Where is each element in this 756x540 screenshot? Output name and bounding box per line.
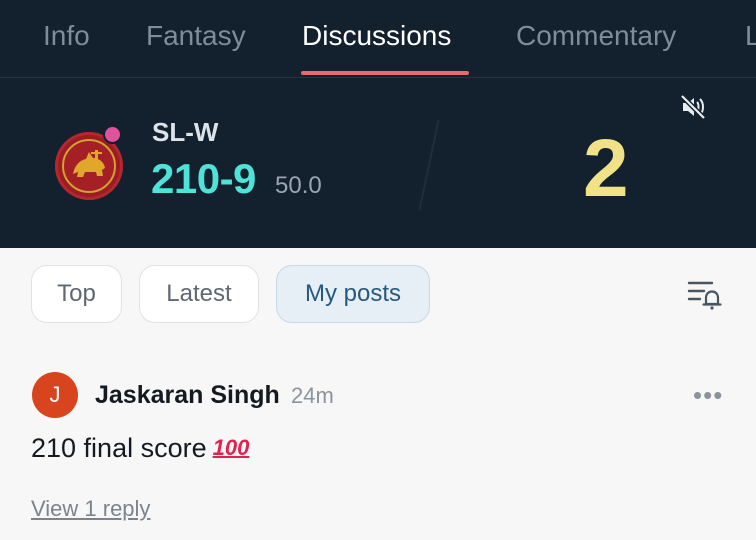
post-author[interactable]: Jaskaran Singh	[95, 381, 280, 410]
badge-icon	[103, 125, 122, 144]
active-tab-indicator	[301, 71, 469, 75]
tab-discussions[interactable]: Discussions	[302, 20, 451, 52]
hundred-emoji-icon: 100	[212, 435, 250, 460]
filter-my-posts[interactable]: My posts	[276, 265, 430, 323]
filter-latest[interactable]: Latest	[139, 265, 259, 323]
ball-number: 2	[583, 123, 629, 214]
post-text-content: 210 final score	[31, 433, 207, 463]
avatar[interactable]: J	[32, 372, 78, 418]
tab-fantasy[interactable]: Fantasy	[146, 20, 246, 52]
mute-icon[interactable]	[680, 94, 706, 120]
team-score: 210-9	[151, 155, 256, 202]
filter-notify-icon[interactable]	[686, 277, 722, 311]
view-replies-link[interactable]: View 1 reply	[31, 496, 150, 522]
team-name: SL-W	[152, 117, 219, 147]
post-time: 24m	[291, 383, 334, 408]
tab-more[interactable]: L	[745, 20, 756, 52]
post-text: 210 final score 100	[31, 433, 249, 464]
tab-bar: Info Fantasy Discussions Commentary L	[0, 0, 756, 78]
tab-commentary[interactable]: Commentary	[516, 20, 676, 52]
more-icon[interactable]: •••	[693, 380, 723, 411]
overs: 50.0	[275, 172, 322, 199]
tab-info[interactable]: Info	[43, 20, 90, 52]
filter-top[interactable]: Top	[31, 265, 122, 323]
